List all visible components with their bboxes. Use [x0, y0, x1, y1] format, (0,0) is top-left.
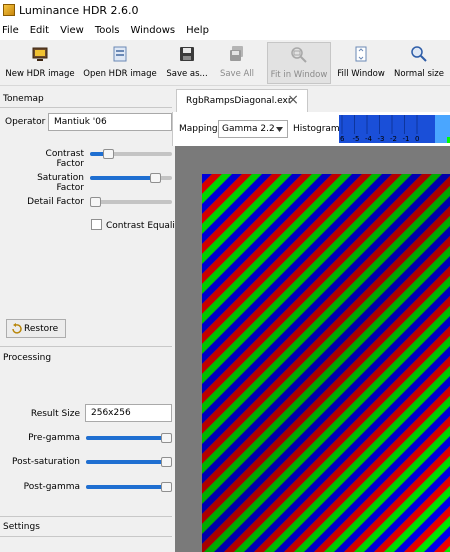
normal-size-button[interactable]: Normal size — [392, 42, 446, 84]
hdr-image — [202, 174, 450, 552]
menu-file[interactable]: File — [0, 22, 23, 40]
app-logo-icon — [3, 4, 15, 16]
contrast-equalization-label: Contrast Equaliz — [106, 221, 180, 231]
normal-size-icon — [411, 46, 427, 62]
save-as-button[interactable]: Save as... — [163, 42, 211, 84]
save-all-label: Save All — [219, 69, 255, 79]
new-hdr-button[interactable]: New HDR image — [4, 42, 76, 84]
histogram-tick-label: 6 — [340, 135, 345, 143]
result-size-value: 256x256 — [91, 408, 131, 418]
fit-in-window-icon — [291, 47, 307, 63]
post-saturation-fill — [86, 460, 166, 464]
restore-icon — [12, 323, 22, 334]
luminance-hdr-window: Luminance HDR 2.6.0 File Edit View Tools… — [0, 0, 450, 552]
open-hdr-button[interactable]: Open HDR image — [83, 42, 157, 84]
normal-size-label: Normal size — [394, 69, 444, 79]
detail-factor-slider[interactable] — [90, 197, 101, 207]
mapping-select[interactable]: Gamma 2.2 — [218, 120, 288, 138]
document-tab-name: RgbRampsDiagonal.exr — [186, 96, 292, 106]
main-toolbar: New HDR image Open HDR image Save as... — [0, 40, 450, 86]
restore-label: Restore — [24, 324, 59, 334]
post-saturation-slider[interactable] — [161, 457, 172, 467]
menu-windows[interactable]: Windows — [128, 22, 179, 40]
image-viewport[interactable] — [175, 146, 450, 552]
fit-in-window-button[interactable]: Fit in Window — [267, 42, 331, 84]
post-gamma-label: Post-gamma — [23, 482, 80, 492]
pre-gamma-label: Pre-gamma — [28, 433, 80, 443]
save-all-icon — [230, 46, 243, 61]
mapping-label: Mapping: — [179, 124, 221, 134]
chevron-down-icon — [276, 127, 283, 132]
histogram-widget[interactable]: 6 -5 -4 -3 -2 -1 0 — [339, 115, 450, 143]
fill-window-icon — [355, 46, 367, 62]
menu-edit[interactable]: Edit — [28, 22, 53, 40]
histogram-plot: 6 -5 -4 -3 -2 -1 0 — [340, 115, 450, 143]
saturation-factor-label: Saturation Factor — [37, 173, 84, 193]
contrast-factor-label: Contrast Factor — [45, 149, 84, 169]
operator-select[interactable]: Mantiuk '06 — [48, 113, 172, 131]
divider — [0, 346, 172, 347]
save-as-label: Save as... — [166, 69, 208, 79]
operator-label: Operator — [5, 117, 46, 127]
menu-tools[interactable]: Tools — [93, 22, 124, 40]
processing-section-title: Processing — [3, 353, 52, 363]
mapping-value: Gamma 2.2 — [222, 124, 275, 134]
divider — [0, 516, 172, 517]
post-saturation-label: Post-saturation — [12, 457, 80, 467]
detail-factor-label: Detail Factor — [27, 197, 84, 207]
shading-overlay — [202, 174, 450, 552]
menu-bar: File Edit View Tools Windows Help — [0, 22, 450, 40]
save-as-icon — [180, 47, 194, 61]
histogram-tick-label: -5 — [353, 135, 360, 143]
new-hdr-label: New HDR image — [5, 69, 75, 79]
post-gamma-fill — [86, 485, 166, 489]
document-tab-bar: RgbRampsDiagonal.exr × — [172, 86, 450, 112]
result-size-label: Result Size — [30, 409, 80, 419]
tonemap-panel: Tonemap Operator Mantiuk '06 Contrast Fa… — [0, 86, 180, 552]
operator-value: Mantiuk '06 — [54, 117, 107, 127]
save-all-button[interactable]: Save All — [216, 42, 258, 84]
histogram-tick-label: -4 — [365, 135, 373, 143]
menu-view[interactable]: View — [58, 22, 88, 40]
fill-window-button[interactable]: Fill Window — [335, 42, 387, 84]
new-hdr-icon — [32, 47, 48, 61]
open-hdr-icon — [113, 46, 127, 62]
close-icon[interactable]: × — [287, 92, 299, 108]
contrast-factor-slider[interactable] — [103, 149, 114, 159]
settings-section-title: Settings — [3, 522, 40, 532]
histogram-label: Histogram: — [293, 124, 343, 134]
window-title: Luminance HDR 2.6.0 — [19, 4, 139, 17]
tonemap-section-title: Tonemap — [3, 94, 44, 104]
pre-gamma-slider[interactable] — [161, 433, 172, 443]
restore-button[interactable]: Restore — [6, 319, 66, 338]
histogram-tick-label: 0 — [415, 135, 419, 143]
saturation-factor-fill — [90, 176, 155, 180]
document-tab[interactable]: RgbRampsDiagonal.exr × — [176, 89, 308, 112]
result-size-select[interactable]: 256x256 — [85, 404, 172, 422]
post-gamma-slider[interactable] — [161, 482, 172, 492]
histogram-tick-label: -3 — [378, 135, 385, 143]
histogram-tick-label: -1 — [403, 135, 410, 143]
divider — [0, 107, 172, 108]
histogram-tick-label: -2 — [390, 135, 397, 143]
divider — [0, 536, 172, 537]
title-bar: Luminance HDR 2.6.0 — [0, 0, 450, 22]
mapping-bar: Mapping: Gamma 2.2 Histogram: 6 -5 -4 -3 -2-… — [172, 112, 450, 146]
saturation-factor-slider[interactable] — [150, 173, 161, 183]
fit-in-window-label: Fit in Window — [270, 70, 328, 80]
fill-window-label: Fill Window — [337, 69, 385, 79]
contrast-equalization-checkbox[interactable] — [91, 219, 102, 230]
open-hdr-label: Open HDR image — [83, 69, 157, 79]
menu-help[interactable]: Help — [184, 22, 213, 40]
detail-factor-track — [90, 200, 172, 204]
pre-gamma-fill — [86, 436, 166, 440]
